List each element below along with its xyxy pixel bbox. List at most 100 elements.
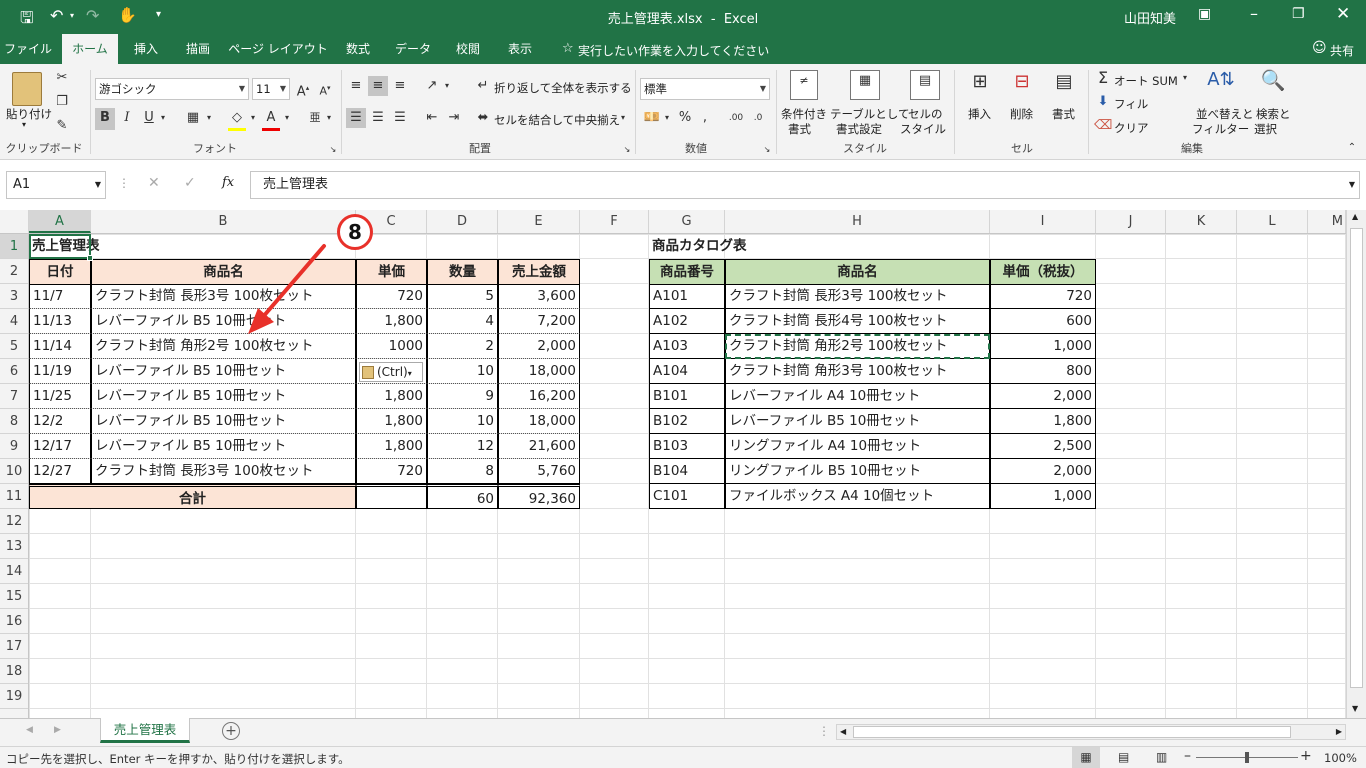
redo-icon[interactable]: ↷ — [86, 6, 99, 25]
paste-icon[interactable] — [12, 72, 42, 106]
row-header-16[interactable]: 16 — [0, 609, 28, 634]
row-header-6[interactable]: 6 — [0, 359, 28, 384]
sort-filter-label-2[interactable]: フィルター — [1192, 121, 1249, 137]
catalog-cell[interactable]: A103 — [649, 334, 725, 359]
percent-icon[interactable]: % — [676, 108, 694, 128]
catalog-cell[interactable]: B103 — [649, 434, 725, 459]
tell-me-box[interactable]: 実行したい作業を入力してください — [578, 42, 769, 59]
align-center-icon[interactable]: ☰ — [368, 108, 388, 128]
catalog-cell[interactable]: リングファイル A4 10冊セット — [725, 434, 990, 459]
sales-cell[interactable]: 11/7 — [29, 284, 91, 309]
sort-filter-icon[interactable]: A⇅ — [1206, 70, 1236, 100]
find-select-icon[interactable]: 🔍 — [1258, 70, 1288, 100]
row-header-2[interactable]: 2 — [0, 259, 28, 284]
scroll-thumb[interactable] — [1350, 228, 1363, 688]
normal-view-icon[interactable]: ▦ — [1072, 747, 1100, 768]
scroll-left-icon[interactable]: ◀ — [840, 727, 846, 736]
font-color-icon[interactable]: A — [262, 108, 280, 131]
clear-button[interactable]: クリア — [1114, 120, 1149, 136]
comma-style-icon[interactable]: , — [698, 108, 712, 128]
tab-file[interactable]: ファイル — [4, 34, 52, 64]
cell-styles-icon[interactable]: ▤ — [910, 70, 940, 100]
sales-cell[interactable]: 4 — [427, 309, 498, 334]
sales-cell[interactable]: 12/17 — [29, 434, 91, 459]
sales-cell[interactable]: 9 — [427, 384, 498, 409]
sheet-tab-active[interactable]: 売上管理表 — [100, 718, 190, 743]
sales-cell[interactable]: 7,200 — [498, 309, 580, 334]
catalog-cell[interactable]: レバーファイル A4 10冊セット — [725, 384, 990, 409]
catalog-cell[interactable]: 2,000 — [990, 384, 1096, 409]
restore-icon[interactable]: ❐ — [1292, 6, 1305, 22]
ribbon-display-icon[interactable]: ▣ — [1198, 6, 1211, 22]
column-header-m[interactable]: M — [1308, 210, 1346, 233]
sales-title[interactable]: 売上管理表 — [29, 234, 100, 259]
catalog-cell[interactable]: リングファイル B5 10冊セット — [725, 459, 990, 484]
worksheet-grid[interactable]: 売上管理表 日付 商品名 単価 数量 売上金額 11/7 クラフト封筒 長形3号 100枚セッ… — [29, 234, 1346, 718]
sales-cell[interactable]: レバーファイル B5 10冊セット — [91, 309, 356, 334]
number-dialog-launcher-icon[interactable]: ↘ — [760, 140, 774, 160]
font-size-combo[interactable]: 11 ▼ — [252, 78, 290, 100]
minimize-icon[interactable]: – — [1250, 4, 1258, 23]
delete-cells-label[interactable]: 削除 — [1010, 106, 1033, 122]
catalog-cell[interactable]: 1,000 — [990, 484, 1096, 509]
currency-icon[interactable]: 💴 — [642, 108, 662, 128]
row-header-5[interactable]: 5 — [0, 334, 28, 359]
cut-icon[interactable]: ✂ — [52, 68, 72, 88]
sales-cell[interactable]: 18,000 — [498, 409, 580, 434]
fill-color-dropdown-icon[interactable]: ▾ — [248, 108, 258, 128]
orientation-icon[interactable]: ↗ — [422, 76, 442, 96]
tab-review[interactable]: 校閲 — [446, 34, 490, 64]
tab-view[interactable]: 表示 — [498, 34, 542, 64]
font-name-combo[interactable]: 游ゴシック ▼ — [95, 78, 249, 100]
paste-button-label[interactable]: 貼り付け — [6, 106, 52, 122]
clear-icon[interactable]: ⌫ — [1094, 116, 1112, 136]
catalog-cell[interactable]: クラフト封筒 長形4号 100枚セット — [725, 309, 990, 334]
sales-cell[interactable]: 2,000 — [498, 334, 580, 359]
conditional-format-label-2[interactable]: 書式 — [788, 121, 811, 137]
row-header-3[interactable]: 3 — [0, 284, 28, 309]
font-color-dropdown-icon[interactable]: ▾ — [282, 108, 292, 128]
catalog-title[interactable]: 商品カタログ表 — [649, 234, 747, 259]
sales-cell[interactable]: 2 — [427, 334, 498, 359]
autosum-dropdown-icon[interactable]: ▾ — [1180, 68, 1190, 88]
align-right-icon[interactable]: ☰ — [390, 108, 410, 128]
cell-styles-label-1[interactable]: セルの — [908, 106, 943, 122]
decrease-indent-icon[interactable]: ⇤ — [422, 108, 442, 128]
decrease-decimal-icon[interactable]: .0 — [748, 108, 768, 128]
h-scroll-thumb[interactable] — [853, 726, 1291, 738]
number-format-combo[interactable]: 標準 ▼ — [640, 78, 770, 100]
sales-cell[interactable]: 12/2 — [29, 409, 91, 434]
catalog-cell[interactable]: クラフト封筒 角形2号 100枚セット — [725, 334, 990, 359]
cancel-entry-icon[interactable]: ✕ — [148, 175, 160, 191]
user-name[interactable]: 山田知美 — [1124, 8, 1176, 27]
fill-color-icon[interactable]: ◇ — [228, 108, 246, 131]
horizontal-scrollbar[interactable]: ◀ ▶ — [836, 724, 1346, 740]
table-format-label-2[interactable]: 書式設定 — [836, 121, 882, 137]
sales-header[interactable]: 商品名 — [91, 259, 356, 285]
align-left-icon[interactable]: ☰ — [346, 108, 366, 128]
name-box[interactable]: A1 ▼ — [6, 171, 106, 199]
page-layout-view-icon[interactable]: ▤ — [1118, 750, 1129, 764]
sales-cell[interactable]: レバーファイル B5 10冊セット — [91, 359, 356, 384]
merge-center-button[interactable]: セルを結合して中央揃え — [494, 112, 620, 128]
column-header-a[interactable]: A — [29, 210, 91, 233]
conditional-format-icon[interactable]: ≠ — [790, 70, 818, 100]
sales-cell[interactable]: 11/13 — [29, 309, 91, 334]
row-header-1[interactable]: 1 — [0, 234, 28, 259]
select-all-corner[interactable] — [0, 210, 29, 233]
column-header-b[interactable]: B — [91, 210, 356, 233]
sales-cell[interactable]: レバーファイル B5 10冊セット — [91, 409, 356, 434]
row-header-9[interactable]: 9 — [0, 434, 28, 459]
chevron-down-icon[interactable]: ▼ — [95, 172, 101, 198]
sales-cell[interactable]: 5 — [427, 284, 498, 309]
paste-dropdown-icon[interactable]: ▾ — [22, 120, 26, 129]
align-top-icon[interactable]: ≡ — [346, 76, 366, 96]
sales-cell[interactable]: 11/19 — [29, 359, 91, 384]
row-header-19[interactable]: 19 — [0, 684, 28, 709]
catalog-cell[interactable]: A102 — [649, 309, 725, 334]
conditional-format-label-1[interactable]: 条件付き — [781, 106, 827, 122]
format-cells-label[interactable]: 書式 — [1052, 106, 1075, 122]
sales-cell[interactable]: レバーファイル B5 10冊セット — [91, 384, 356, 409]
sales-cell[interactable]: クラフト封筒 長形3号 100枚セット — [91, 284, 356, 309]
sales-cell[interactable]: 1,800 — [356, 309, 427, 334]
